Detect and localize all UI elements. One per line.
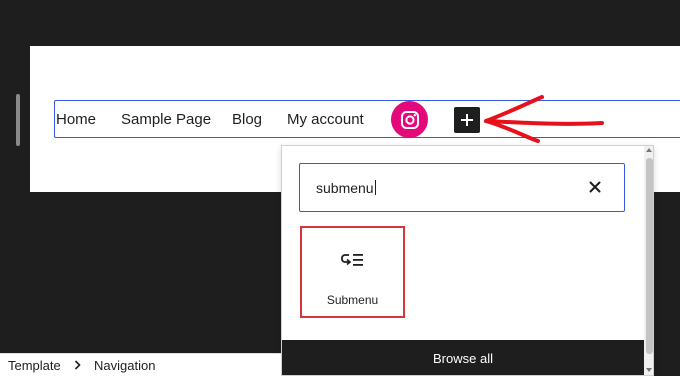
instagram-icon[interactable] [391,101,428,138]
block-inserter-popover: submenu Submenu Browse all [281,145,654,376]
submenu-block-option[interactable]: Submenu [300,226,405,318]
nav-item-home[interactable]: Home [56,111,96,129]
nav-item-sample-page[interactable]: Sample Page [121,111,211,129]
nav-item-blog[interactable]: Blog [232,111,262,129]
scroll-down-arrow-icon[interactable] [646,368,652,372]
breadcrumb-item-navigation[interactable]: Navigation [94,358,155,373]
plus-icon [461,114,473,126]
submenu-block-label: Submenu [326,293,379,307]
add-block-button[interactable] [454,107,480,133]
search-input-value: submenu [316,180,374,196]
annotation-arrow-icon [484,95,604,143]
close-icon [589,181,601,193]
text-caret [374,180,376,195]
resize-handle[interactable] [16,94,20,146]
scroll-thumb[interactable] [646,158,653,354]
browse-all-button[interactable]: Browse all [282,340,644,375]
breadcrumb: Template Navigation [0,353,281,376]
breadcrumb-item-template[interactable]: Template [8,358,61,373]
popover-scrollbar[interactable] [644,146,653,375]
submenu-icon [341,254,363,266]
chevron-right-icon [74,360,81,370]
scroll-up-arrow-icon[interactable] [646,148,652,152]
nav-item-my-account[interactable]: My account [287,111,364,129]
block-search-input[interactable]: submenu [299,163,625,212]
clear-search-button[interactable] [585,177,605,197]
